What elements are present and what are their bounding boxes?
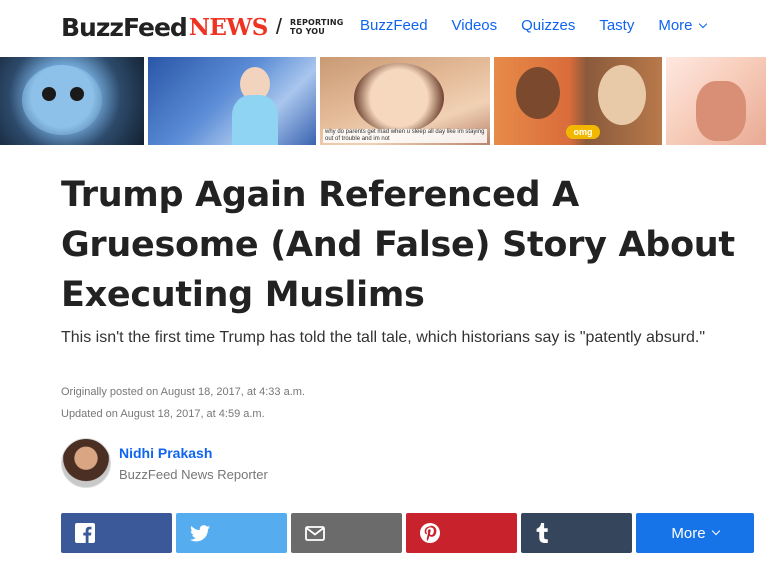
email-icon [305,525,325,541]
twitter-icon [190,524,210,542]
trending-thumbnail[interactable]: why do parents get mad when u sleep all … [320,57,490,145]
site-header: BuzzFeed NEWS / REPORTING TO YOU BuzzFee… [0,0,766,57]
chevron-down-icon [711,526,720,536]
facebook-icon [75,523,95,543]
trending-thumbnail[interactable] [666,57,766,145]
thumbnail-figure [696,81,746,141]
nav-link-videos[interactable]: Videos [452,17,498,34]
trending-thumbnail[interactable]: omg [494,57,662,145]
thumbnail-figure [22,65,102,135]
logo-news-text: NEWS [188,13,269,41]
trending-thumbnail-strip: why do parents get mad when u sleep all … [0,57,766,145]
trending-thumbnail[interactable] [148,57,316,145]
thumbnail-detail [70,87,84,101]
logo-buzzfeed-text: BuzzFeed [61,12,188,42]
posted-timestamp: Originally posted on August 18, 2017, at… [61,386,305,398]
share-pinterest-button[interactable] [406,513,517,553]
nav-link-tasty[interactable]: Tasty [599,17,634,34]
nav-more-label: More [658,17,693,34]
author-name-link[interactable]: Nidhi Prakash [119,445,268,461]
article-headline: Trump Again Referenced A Gruesome (And F… [61,175,735,315]
buzzfeed-news-logo[interactable]: BuzzFeed NEWS / REPORTING TO YOU [61,10,344,44]
tumblr-icon [535,523,549,543]
logo-tagline-line2: TO YOU [289,27,326,36]
share-more-button[interactable]: More [636,513,754,553]
author-byline: Nidhi Prakash BuzzFeed News Reporter [61,438,268,488]
author-info: Nidhi Prakash BuzzFeed News Reporter [119,445,268,482]
thumbnail-figure [598,65,646,125]
omg-badge: omg [566,125,600,139]
author-avatar[interactable] [61,438,111,488]
share-more-label: More [671,524,706,542]
nav-link-more[interactable]: More [658,17,707,34]
main-nav: BuzzFeed Videos Quizzes Tasty More [360,17,730,34]
share-facebook-button[interactable] [61,513,172,553]
share-tumblr-button[interactable] [521,513,632,553]
share-email-button[interactable] [291,513,402,553]
article-dek: This isn't the first time Trump has told… [61,329,706,346]
trending-thumbnail[interactable] [0,57,144,145]
pinterest-icon [420,523,440,543]
updated-timestamp: Updated on August 18, 2017, at 4:59 a.m. [61,408,265,420]
chevron-down-icon [698,19,707,28]
nav-link-buzzfeed[interactable]: BuzzFeed [360,17,428,34]
share-twitter-button[interactable] [176,513,287,553]
thumbnail-figure [516,67,560,119]
thumbnail-detail [42,87,56,101]
thumbnail-caption: why do parents get mad when u sleep all … [323,129,487,143]
author-role: BuzzFeed News Reporter [119,466,268,482]
thumbnail-figure [354,63,444,133]
nav-link-quizzes[interactable]: Quizzes [521,17,575,34]
thumbnail-detail [232,95,278,145]
share-bar: More [61,513,754,553]
logo-slash: / [275,14,282,39]
logo-tagline: REPORTING TO YOU [290,18,344,36]
logo-tagline-line1: REPORTING [289,18,344,27]
